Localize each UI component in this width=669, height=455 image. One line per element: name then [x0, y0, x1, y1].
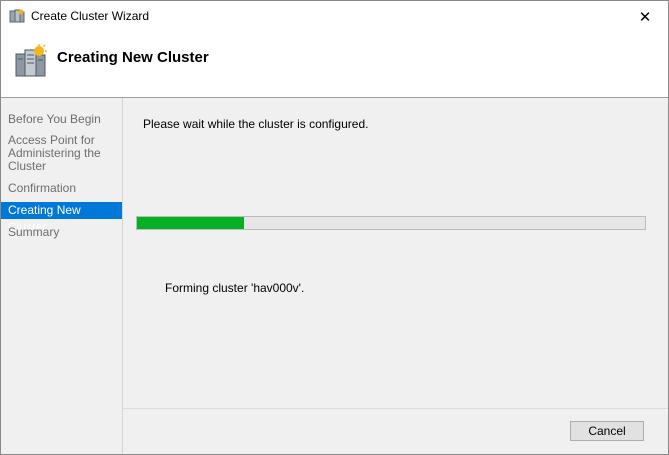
progress-bar [136, 216, 646, 230]
step-access-point[interactable]: Access Point for Administering the Clust… [1, 134, 111, 173]
close-icon: ✕ [638, 8, 652, 26]
wizard-window: Create Cluster Wizard ✕ Creating New Clu… [0, 0, 669, 455]
window-title: Create Cluster Wizard [31, 9, 150, 23]
title-bar: Create Cluster Wizard ✕ [1, 1, 668, 32]
status-message: Forming cluster 'hav000v'. [165, 281, 305, 295]
wait-message: Please wait while the cluster is configu… [143, 117, 369, 131]
wizard-steps: Before You Begin Access Point for Admini… [1, 98, 123, 454]
close-button[interactable]: ✕ [622, 1, 668, 32]
step-before-you-begin[interactable]: Before You Begin [1, 113, 122, 126]
cluster-servers-icon [14, 44, 48, 80]
wizard-content: Please wait while the cluster is configu… [123, 98, 668, 408]
wizard-header: Creating New Cluster [1, 32, 668, 98]
cancel-button[interactable]: Cancel [570, 421, 644, 441]
cluster-icon [9, 8, 25, 24]
wizard-footer: Cancel [123, 408, 668, 454]
step-confirmation[interactable]: Confirmation [1, 182, 122, 195]
progress-fill [137, 217, 244, 229]
page-title: Creating New Cluster [57, 49, 209, 66]
step-summary[interactable]: Summary [1, 226, 122, 239]
step-creating-new-cluster[interactable]: Creating New Cluster [1, 202, 122, 234]
